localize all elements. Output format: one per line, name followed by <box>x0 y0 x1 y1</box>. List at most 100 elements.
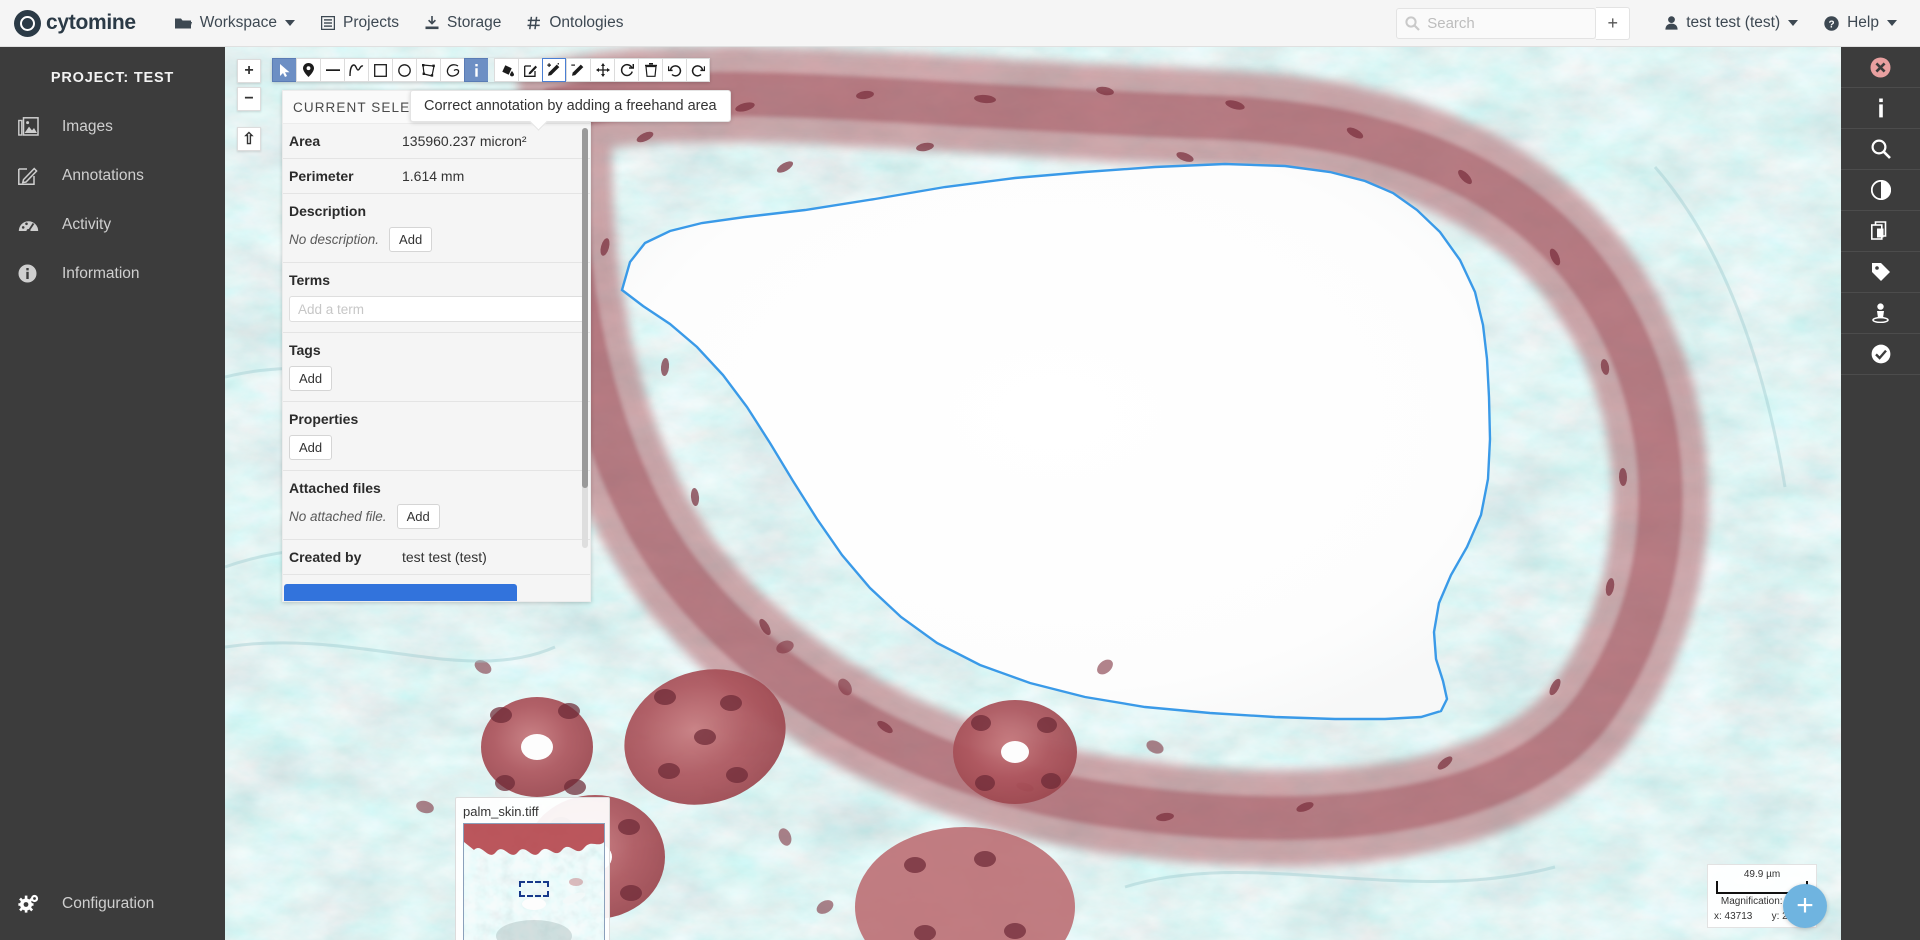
terms-section: Terms <box>283 263 590 333</box>
info-circle-icon <box>18 264 48 283</box>
current-selection-panel: CURRENT SELECTION Area 135960.237 micron… <box>282 90 591 602</box>
project-sidebar: PROJECT: TEST Images Annotations <box>0 47 225 940</box>
area-row: Area 135960.237 micron² <box>283 124 590 159</box>
freehand-line-tool[interactable] <box>344 58 368 82</box>
area-label: Area <box>289 133 402 149</box>
modify-tool[interactable] <box>518 58 542 82</box>
attached-files-section: Attached files No attached file. Add <box>283 471 590 540</box>
created-by-row: Created by test test (test) <box>283 540 590 575</box>
thumbnail-viewport-rect[interactable] <box>519 881 549 897</box>
freehand-shape-icon <box>446 64 460 77</box>
chevron-down-icon <box>285 20 295 26</box>
sidebar-item-images[interactable]: Images <box>0 102 225 151</box>
image-search-button[interactable] <box>1841 129 1920 170</box>
tool-tooltip: Correct annotation by adding a freehand … <box>410 90 731 122</box>
select-tool[interactable] <box>272 58 296 82</box>
image-layers-button[interactable] <box>1841 211 1920 252</box>
zoom-out-button[interactable]: − <box>237 87 261 111</box>
line-tool[interactable] <box>320 58 344 82</box>
fill-tool[interactable] <box>494 58 518 82</box>
sidebar-item-configuration[interactable]: Configuration <box>0 879 225 928</box>
help-label: Help <box>1847 14 1879 32</box>
polygon-icon <box>422 64 435 77</box>
refresh-icon <box>620 63 634 77</box>
rotate-tool[interactable] <box>614 58 638 82</box>
correct-add-tool[interactable] <box>542 58 566 82</box>
image-review-button[interactable] <box>1841 334 1920 375</box>
move-tool[interactable] <box>590 58 614 82</box>
circle-icon <box>398 64 411 77</box>
add-attached-file-button[interactable]: Add <box>397 504 440 529</box>
rectangle-tool[interactable] <box>368 58 392 82</box>
delete-tool[interactable] <box>638 58 662 82</box>
search-input[interactable] <box>1427 15 1587 32</box>
thumbnail-image[interactable] <box>463 823 605 940</box>
sidebar-item-label: Configuration <box>62 895 154 913</box>
tag-icon <box>1871 262 1891 282</box>
svg-text:?: ? <box>1829 19 1835 30</box>
images-icon <box>18 117 48 136</box>
area-value: 135960.237 micron² <box>402 133 527 149</box>
search-box[interactable] <box>1396 8 1596 39</box>
zoom-in-button[interactable]: + <box>237 59 261 83</box>
panel-action-button[interactable] <box>284 584 517 602</box>
add-description-button[interactable]: Add <box>389 227 432 252</box>
navbar-right: + test test (test) ? Help <box>1396 0 1920 47</box>
sidebar-item-label: Annotations <box>62 167 144 185</box>
redo-tool[interactable] <box>686 58 710 82</box>
tags-section: Tags Add <box>283 333 590 402</box>
close-circle-icon <box>1870 57 1891 78</box>
add-annotation-fab[interactable]: + <box>1783 884 1827 928</box>
add-tag-button[interactable]: Add <box>289 366 332 391</box>
image-ontology-button[interactable] <box>1841 252 1920 293</box>
help-menu[interactable]: ? Help <box>1811 0 1910 47</box>
chevron-down-icon <box>1887 20 1897 26</box>
nav-ontologies-label: Ontologies <box>549 14 623 32</box>
sidebar-item-activity[interactable]: Activity <box>0 200 225 249</box>
nav-ontologies[interactable]: Ontologies <box>514 0 636 47</box>
gauge-icon <box>18 216 48 234</box>
panel-body[interactable]: Area 135960.237 micron² Perimeter 1.614 … <box>282 124 591 602</box>
search-add-button[interactable]: + <box>1596 7 1630 40</box>
annotation-toolbar <box>272 58 710 82</box>
nav-workspace[interactable]: Workspace <box>162 0 308 47</box>
close-panel-button[interactable] <box>1841 47 1920 88</box>
add-term-input[interactable] <box>289 296 584 322</box>
brand-logo-link[interactable]: cytomine <box>14 10 136 37</box>
folder-icon <box>175 17 192 30</box>
polygon-tool[interactable] <box>416 58 440 82</box>
nav-projects[interactable]: Projects <box>308 0 412 47</box>
sidebar-item-information[interactable]: Information <box>0 249 225 298</box>
description-label: Description <box>289 203 584 219</box>
undo-tool[interactable] <box>662 58 686 82</box>
panel-scrollbar[interactable] <box>582 128 588 548</box>
thumbnail-navigator[interactable]: palm_skin.tiff <box>455 797 610 940</box>
top-navbar: cytomine Workspace Projects <box>0 0 1920 47</box>
project-title: PROJECT: TEST <box>0 47 225 102</box>
ellipse-tool[interactable] <box>392 58 416 82</box>
point-tool[interactable] <box>296 58 320 82</box>
reset-view-button[interactable]: ⇧ <box>237 127 261 151</box>
terms-label: Terms <box>289 272 584 288</box>
info-i-icon <box>1877 98 1885 118</box>
pencil-minus-icon <box>571 63 586 77</box>
info-i-icon <box>474 64 479 77</box>
freehand-polygon-tool[interactable] <box>440 58 464 82</box>
image-export-button[interactable] <box>1841 293 1920 334</box>
nav-storage[interactable]: Storage <box>412 0 514 47</box>
user-menu[interactable]: test test (test) <box>1652 0 1811 47</box>
attached-files-label: Attached files <box>289 480 584 496</box>
undo-arrow-icon <box>668 64 682 77</box>
nav-workspace-label: Workspace <box>200 14 277 32</box>
add-property-button[interactable]: Add <box>289 435 332 460</box>
map-marker-icon <box>303 63 314 77</box>
info-tool[interactable] <box>464 58 488 82</box>
gears-icon <box>18 894 48 913</box>
sidebar-item-annotations[interactable]: Annotations <box>0 151 225 200</box>
correct-remove-tool[interactable] <box>566 58 590 82</box>
tags-label: Tags <box>289 342 584 358</box>
image-contrast-button[interactable] <box>1841 170 1920 211</box>
perimeter-label: Perimeter <box>289 168 402 184</box>
hash-icon <box>527 16 541 30</box>
image-info-button[interactable] <box>1841 88 1920 129</box>
